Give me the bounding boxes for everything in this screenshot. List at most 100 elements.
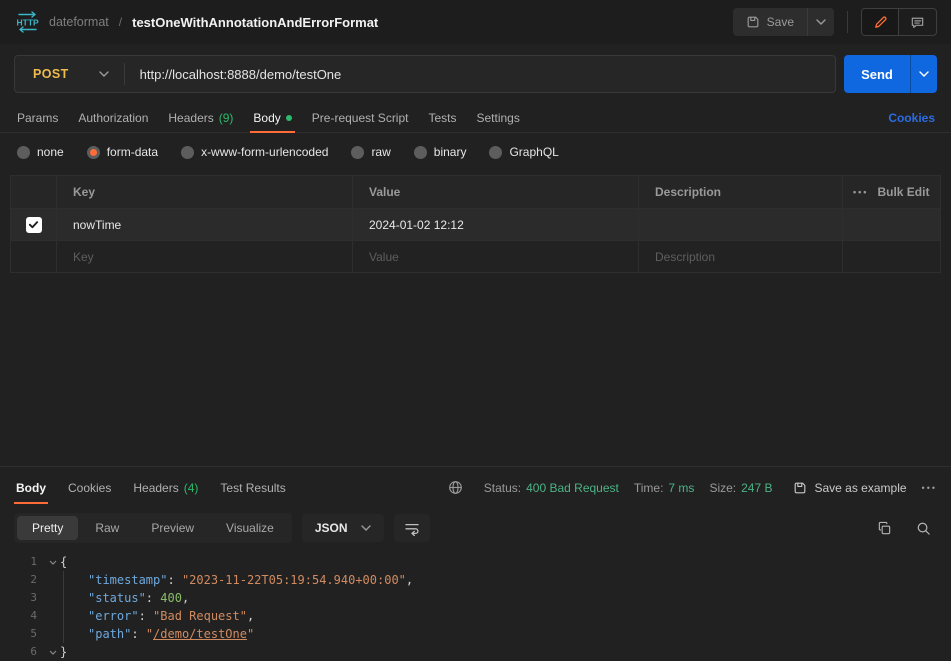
- more-actions-icon[interactable]: •••: [853, 187, 868, 197]
- fold-toggle-icon[interactable]: [46, 553, 60, 571]
- json-path-link[interactable]: /demo/testOne: [153, 627, 247, 641]
- json-separator: :: [167, 573, 181, 587]
- view-tab-preview[interactable]: Preview: [136, 516, 209, 540]
- breadcrumb-collection[interactable]: dateformat: [49, 15, 109, 29]
- tab-headers[interactable]: Headers (9): [158, 103, 243, 132]
- tab-label: Settings: [477, 111, 520, 125]
- radio-icon: [351, 146, 364, 159]
- cell-value-placeholder[interactable]: Value: [353, 241, 639, 272]
- http-request-icon: HTTP: [14, 11, 41, 33]
- tab-body[interactable]: Body: [243, 103, 301, 132]
- code-line: 2 "timestamp": "2023-11-22T05:19:54.940+…: [0, 571, 951, 589]
- json-quote: ": [146, 627, 153, 641]
- postman-request-window: HTTP dateformat / testOneWithAnnotationA…: [0, 0, 951, 661]
- copy-response-button[interactable]: [877, 521, 892, 536]
- send-button[interactable]: Send: [844, 55, 910, 93]
- cell-description-placeholder[interactable]: Description: [639, 241, 843, 272]
- request-tabs: Params Authorization Headers (9) Body Pr…: [0, 103, 951, 133]
- edit-documentation-button[interactable]: [862, 9, 899, 35]
- pencil-icon: [873, 15, 888, 30]
- mode-binary[interactable]: binary: [414, 145, 467, 159]
- mode-graphql[interactable]: GraphQL: [489, 145, 558, 159]
- save-button-group: Save: [733, 8, 834, 36]
- cell-description[interactable]: [639, 209, 843, 240]
- response-view-switcher: Pretty Raw Preview Visualize: [14, 513, 292, 543]
- response-body-viewer[interactable]: 1 { 2 "timestamp": "2023-11-22T05:19:54.…: [0, 549, 951, 661]
- cookies-link[interactable]: Cookies: [888, 111, 944, 125]
- line-number: 3: [0, 589, 46, 607]
- empty-area: [0, 273, 951, 466]
- request-header: HTTP dateformat / testOneWithAnnotationA…: [0, 0, 951, 44]
- size-value: 247 B: [741, 481, 772, 495]
- json-key: "path": [88, 627, 131, 641]
- response-toolbar: Pretty Raw Preview Visualize JSON: [0, 508, 951, 549]
- select-all-cell: [11, 176, 57, 208]
- save-button[interactable]: Save: [733, 8, 807, 36]
- network-globe-icon[interactable]: [448, 480, 463, 495]
- chevron-down-icon: [919, 71, 929, 77]
- status-label: Status:: [484, 481, 521, 495]
- row-actions-cell: [843, 241, 940, 272]
- chevron-down-icon: [816, 19, 826, 25]
- row-select-cell: [11, 241, 57, 272]
- wrap-lines-button[interactable]: [394, 514, 430, 542]
- mode-raw[interactable]: raw: [351, 145, 390, 159]
- cell-key-placeholder[interactable]: Key: [57, 241, 353, 272]
- response-tab-body[interactable]: Body: [14, 467, 57, 508]
- mode-none[interactable]: none: [17, 145, 64, 159]
- save-options-button[interactable]: [807, 8, 834, 36]
- code-line: 5 "path": "/demo/testOne": [0, 625, 951, 643]
- code-line: 3 "status": 400,: [0, 589, 951, 607]
- chevron-down-icon: [99, 71, 109, 77]
- json-number-value: 400: [160, 591, 182, 605]
- bulk-edit-button[interactable]: Bulk Edit: [877, 185, 929, 199]
- status-value: 400 Bad Request: [526, 481, 619, 495]
- json-key: "status": [88, 591, 146, 605]
- method-label: POST: [33, 67, 69, 81]
- response-toolbar-right: [877, 521, 937, 536]
- mode-x-www-form-urlencoded[interactable]: x-www-form-urlencoded: [181, 145, 328, 159]
- tab-tests[interactable]: Tests: [418, 103, 466, 132]
- response-more-actions-icon[interactable]: •••: [922, 483, 937, 493]
- row-actions-cell: [843, 209, 940, 240]
- line-number: 5: [0, 625, 46, 643]
- save-as-example-button[interactable]: Save as example: [793, 481, 906, 495]
- row-checkbox[interactable]: [26, 217, 42, 233]
- view-tab-pretty[interactable]: Pretty: [17, 516, 78, 540]
- radio-icon: [17, 146, 30, 159]
- response-format-selector[interactable]: JSON: [302, 514, 384, 542]
- breadcrumb: HTTP dateformat / testOneWithAnnotationA…: [14, 11, 378, 33]
- tab-settings[interactable]: Settings: [467, 103, 530, 132]
- view-tab-raw[interactable]: Raw: [80, 516, 134, 540]
- response-tab-headers[interactable]: Headers (4): [122, 467, 209, 508]
- tab-pre-request-script[interactable]: Pre-request Script: [302, 103, 419, 132]
- mode-form-data[interactable]: form-data: [87, 145, 158, 159]
- json-comma: ,: [406, 573, 413, 587]
- save-button-label: Save: [767, 15, 794, 29]
- response-tab-test-results[interactable]: Test Results: [209, 467, 296, 508]
- comments-button[interactable]: [899, 9, 936, 35]
- body-mode-selector: none form-data x-www-form-urlencoded raw…: [0, 135, 951, 169]
- response-meta: Status: 400 Bad Request Time: 7 ms Size:…: [448, 480, 937, 495]
- response-tab-cookies[interactable]: Cookies: [57, 467, 122, 508]
- view-tab-visualize[interactable]: Visualize: [211, 516, 289, 540]
- search-response-button[interactable]: [916, 521, 931, 536]
- tab-label: Tests: [428, 111, 456, 125]
- tab-params[interactable]: Params: [7, 103, 68, 132]
- cell-value[interactable]: 2024-01-02 12:12: [353, 209, 639, 240]
- url-input[interactable]: [140, 67, 835, 82]
- json-key: "error": [88, 609, 139, 623]
- table-actions-cell: ••• Bulk Edit: [843, 176, 940, 208]
- fold-toggle-icon[interactable]: [46, 643, 60, 661]
- request-name[interactable]: testOneWithAnnotationAndErrorFormat: [132, 15, 378, 30]
- line-number: 2: [0, 571, 46, 589]
- fold-gutter-spacer: [46, 589, 60, 607]
- json-comma: ,: [247, 609, 254, 623]
- cell-key[interactable]: nowTime: [57, 209, 353, 240]
- method-selector[interactable]: POST: [15, 67, 109, 81]
- tab-label: Params: [17, 111, 58, 125]
- send-options-button[interactable]: [910, 55, 937, 93]
- format-label: JSON: [315, 521, 348, 535]
- tab-authorization[interactable]: Authorization: [68, 103, 158, 132]
- json-brace: }: [60, 645, 67, 659]
